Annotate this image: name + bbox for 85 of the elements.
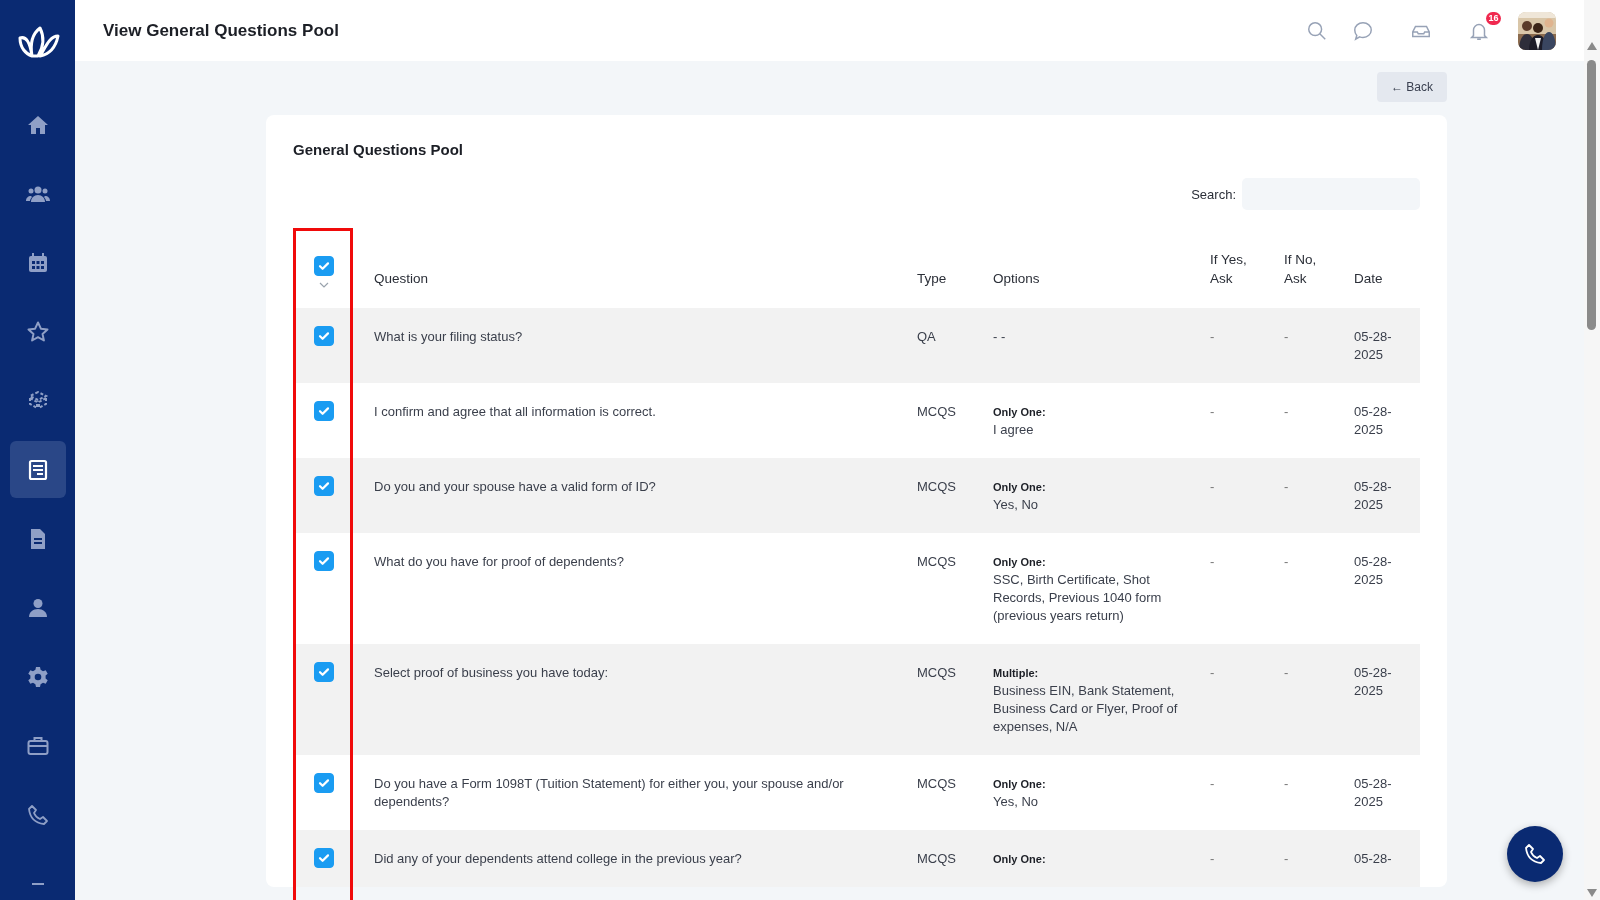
options-text: Yes, No [993, 496, 1040, 514]
type-text: QA [917, 329, 936, 344]
question-text: Did any of your dependents attend college in the previous year? [374, 851, 742, 866]
date-text: 05-28-2025 [1354, 776, 1392, 809]
checkbox[interactable] [313, 773, 334, 793]
checkmark-icon [316, 554, 331, 568]
sidebar-item[interactable] [9, 441, 66, 498]
column-header[interactable]: Options [993, 269, 1170, 288]
options-label: Only One: [993, 852, 1047, 867]
speech-bubble-icon [1352, 19, 1374, 42]
dash-icon [31, 882, 44, 885]
type-text: MCQS [917, 554, 956, 569]
if-yes-text: - [1210, 554, 1215, 569]
back-button[interactable]: ← Back [1377, 72, 1447, 102]
if-no-text: - [1284, 554, 1289, 569]
checkbox[interactable] [313, 476, 334, 496]
if-yes-text: - [1210, 404, 1215, 419]
column-header[interactable]: Question [374, 269, 877, 288]
notification-badge: 16 [1486, 11, 1501, 25]
if-yes-text: - [1210, 776, 1215, 791]
question-text: What do you have for proof of dependents? [374, 554, 625, 569]
column-header[interactable]: Date [1354, 269, 1400, 288]
question-text: Select proof of business you have today: [374, 665, 609, 680]
checkmark-icon [316, 665, 331, 679]
checkbox[interactable] [313, 256, 334, 276]
date-text: 05-28-2025 [1354, 665, 1392, 698]
chevron-down-icon [318, 282, 329, 288]
checkmark-icon [316, 329, 331, 343]
phone-icon [25, 802, 50, 827]
if-no-text: - [1284, 851, 1289, 866]
avatar-button[interactable] [1518, 11, 1556, 50]
if-yes-text: - [1210, 665, 1215, 680]
star-icon [25, 319, 50, 344]
if-yes-text: - [1210, 479, 1215, 494]
column-header[interactable]: If Yes, Ask [1210, 250, 1258, 288]
if-yes-text: - [1210, 329, 1215, 344]
if-no-text: - [1284, 479, 1289, 494]
question-text: Do you have a Form 1098T (Tuition Statement) for either you, your spouse and/or dependents? [374, 776, 844, 809]
checkbox[interactable] [313, 401, 334, 421]
options-label: Only One: [993, 777, 1047, 792]
type-text: MCQS [917, 776, 956, 791]
type-text: MCQS [917, 479, 956, 494]
search-icon [1306, 19, 1328, 42]
options-label: Only One: [993, 555, 1047, 570]
date-text: 05-28-2025 [1354, 404, 1392, 437]
if-no-text: - [1284, 776, 1289, 791]
options-text: Business EIN, Bank Statement, Business Card or Flyer, Proof of expenses, N/A [993, 682, 1179, 736]
options-label: Only One: [993, 480, 1047, 495]
if-no-text: - [1284, 404, 1289, 419]
date-text: 05-28-2025 [1354, 329, 1392, 362]
options-label: Multiple: [993, 666, 1040, 681]
options-label: Only One: [993, 405, 1047, 420]
column-header[interactable]: Type [917, 269, 953, 288]
search-label: Search: [1191, 186, 1236, 202]
page-title: View General Questions Pool [103, 20, 339, 41]
options-text: I agree [993, 421, 1035, 439]
if-no-text: - [1284, 329, 1289, 344]
column-header[interactable]: If No, Ask [1284, 250, 1332, 288]
checkmark-icon [316, 259, 331, 273]
date-text: 05-28- [1354, 851, 1392, 866]
options-text: SSC, Birth Certificate, Shot Records, Previous 1040 form (previous years return) [993, 571, 1163, 625]
if-yes-text: - [1210, 851, 1215, 866]
if-no-text: - [1284, 665, 1289, 680]
settings-icon [25, 664, 50, 689]
call-button[interactable] [1507, 826, 1563, 882]
question-text: What is your filing status? [374, 329, 523, 344]
card-title: General Questions Pool [293, 141, 465, 158]
checkmark-icon [316, 404, 331, 418]
checkmark-icon [316, 479, 331, 493]
checkmark-icon [316, 776, 331, 790]
options-text: - - [993, 328, 1007, 346]
checkbox[interactable] [313, 662, 334, 682]
checkmark-icon [316, 851, 331, 865]
type-text: MCQS [917, 665, 956, 680]
date-text: 05-28-2025 [1354, 479, 1392, 512]
checkbox[interactable] [313, 551, 334, 571]
question-text: Do you and your spouse have a valid form of ID? [374, 479, 656, 494]
question-text: I confirm and agree that all information is correct. [374, 404, 656, 419]
options-text: Yes, No [993, 793, 1040, 811]
type-text: MCQS [917, 404, 956, 419]
checkbox[interactable] [313, 326, 334, 346]
phone-icon [1523, 842, 1547, 866]
type-text: MCQS [917, 851, 956, 866]
checkbox[interactable] [313, 848, 334, 868]
date-text: 05-28-2025 [1354, 554, 1392, 587]
